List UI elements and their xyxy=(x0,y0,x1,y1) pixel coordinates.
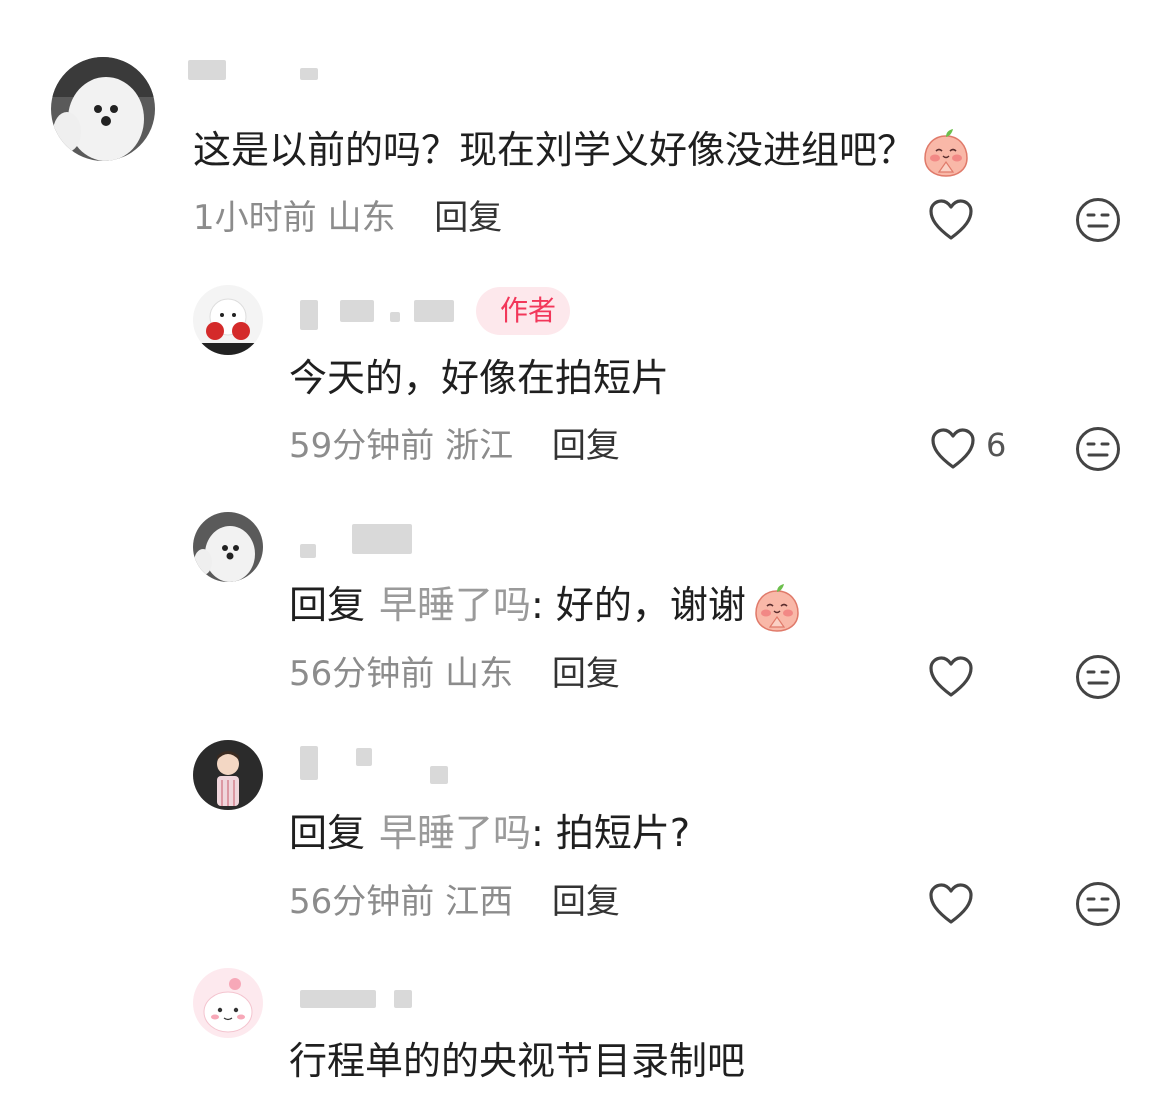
reply-target-user[interactable]: 早睡了吗 xyxy=(379,811,531,855)
comment-text: 行程单的的央视节目录制吧 xyxy=(289,1039,746,1083)
neutral-face-icon[interactable] xyxy=(1075,881,1121,927)
comment-location: 山东 xyxy=(327,198,396,238)
peach-praying-emoji xyxy=(752,583,802,633)
comment-meta: 1小时前 山东 回复 xyxy=(193,196,502,240)
heart-outline-icon[interactable] xyxy=(928,198,974,242)
comment-time: 56分钟前 xyxy=(289,654,435,694)
avatar[interactable] xyxy=(193,740,263,810)
comment-meta: 59分钟前 浙江 回复 xyxy=(289,424,620,468)
heart-outline-icon[interactable] xyxy=(928,655,974,699)
comment-location: 浙江 xyxy=(445,426,514,466)
avatar[interactable] xyxy=(51,57,155,161)
username-redacted xyxy=(300,522,420,562)
peach-praying-emoji xyxy=(921,128,971,178)
comment-text: 这是以前的吗？现在刘学义好像没进组吧？ xyxy=(193,125,971,178)
username-redacted xyxy=(300,746,460,786)
comment-time: 59分钟前 xyxy=(289,426,435,466)
comment-text: 回复 早睡了吗: 拍短片? xyxy=(289,811,691,855)
author-badge: 作者 xyxy=(476,287,571,335)
username-redacted xyxy=(300,986,430,1026)
comment-time: 56分钟前 xyxy=(289,882,435,922)
comment-location: 山东 xyxy=(445,654,514,694)
avatar[interactable] xyxy=(193,512,263,582)
reply-button[interactable]: 回复 xyxy=(552,882,620,922)
comment-text: 今天的，好像在拍短片 xyxy=(289,356,670,400)
comment-location: 江西 xyxy=(445,882,514,922)
comment-time: 1小时前 xyxy=(193,198,317,238)
like-count: 6 xyxy=(986,426,1007,464)
reply-button[interactable]: 回复 xyxy=(552,654,620,694)
heart-outline-icon[interactable] xyxy=(930,427,976,471)
reply-button[interactable]: 回复 xyxy=(434,198,502,238)
username-redacted xyxy=(300,290,500,330)
username-redacted xyxy=(188,56,328,96)
reply-target-user[interactable]: 早睡了吗 xyxy=(379,583,531,627)
comment-meta: 56分钟前 山东 回复 xyxy=(289,652,620,696)
comment-text: 回复 早睡了吗: 好的，谢谢 xyxy=(289,580,802,633)
neutral-face-icon[interactable] xyxy=(1075,426,1121,472)
avatar[interactable] xyxy=(193,285,263,355)
heart-outline-icon[interactable] xyxy=(928,882,974,926)
avatar[interactable] xyxy=(193,968,263,1038)
reply-button[interactable]: 回复 xyxy=(552,426,620,466)
neutral-face-icon[interactable] xyxy=(1075,654,1121,700)
comment-meta: 56分钟前 江西 回复 xyxy=(289,880,620,924)
neutral-face-icon[interactable] xyxy=(1075,197,1121,243)
